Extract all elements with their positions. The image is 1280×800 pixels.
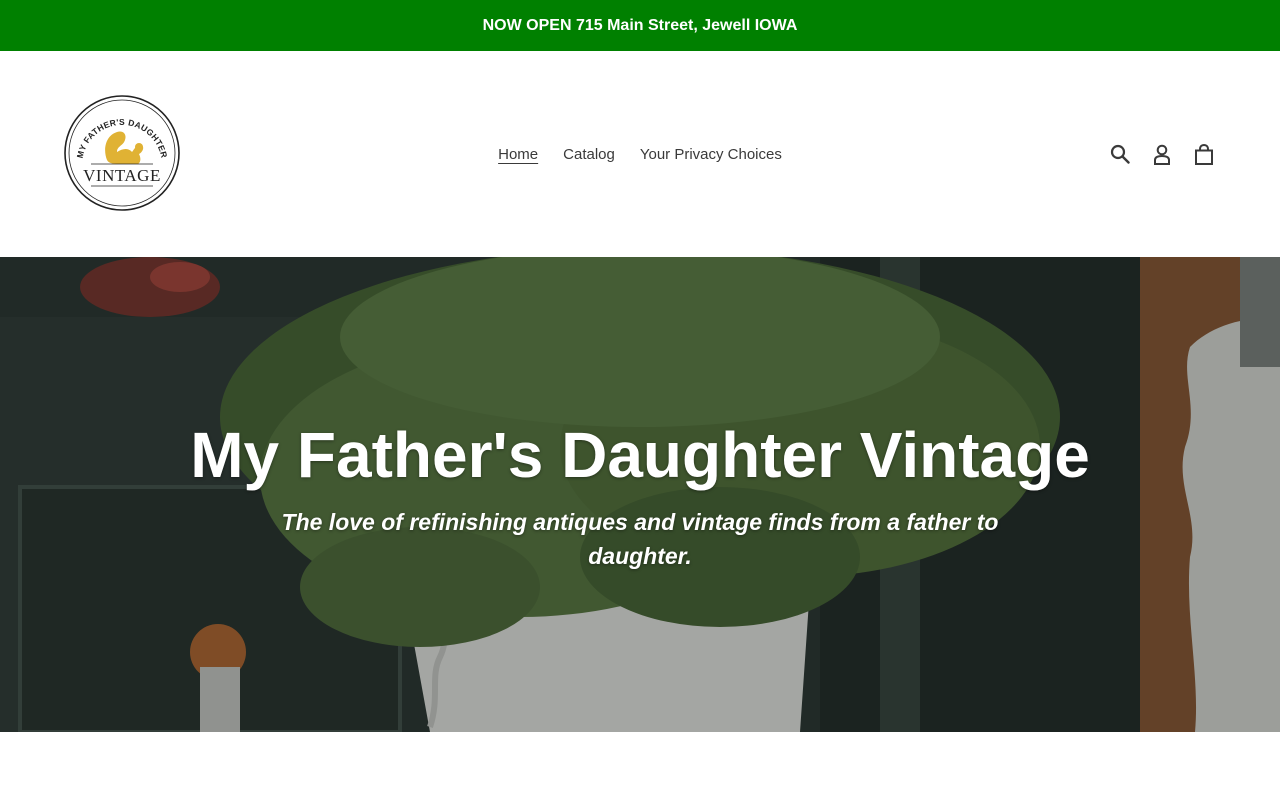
hero-banner: My Father's Daughter Vintage The love of… xyxy=(0,257,1280,732)
logo-badge: MY FATHER'S DAUGHTER VINTAGE xyxy=(64,95,180,211)
account-icon[interactable] xyxy=(1150,142,1174,166)
hero-title: My Father's Daughter Vintage xyxy=(190,419,1090,491)
store-logo[interactable]: MY FATHER'S DAUGHTER VINTAGE xyxy=(63,94,181,212)
hero-text: My Father's Daughter Vintage The love of… xyxy=(0,417,1280,573)
header-actions xyxy=(1108,139,1216,169)
nav-link-privacy-choices[interactable]: Your Privacy Choices xyxy=(640,142,782,167)
cart-icon[interactable] xyxy=(1192,142,1216,166)
search-icon[interactable] xyxy=(1108,142,1132,166)
announcement-bar: NOW OPEN 715 Main Street, Jewell IOWA xyxy=(0,0,1280,51)
hero-subtitle: The love of refinishing antiques and vin… xyxy=(281,509,999,569)
announcement-text: NOW OPEN 715 Main Street, Jewell IOWA xyxy=(482,16,798,34)
main-nav: Home Catalog Your Privacy Choices xyxy=(0,51,1280,257)
logo-bottom-text: VINTAGE xyxy=(83,166,161,185)
nav-link-home[interactable]: Home xyxy=(498,142,538,167)
nav-link-catalog[interactable]: Catalog xyxy=(563,142,615,167)
site-header: MY FATHER'S DAUGHTER VINTAGE Home Catalo… xyxy=(0,51,1280,257)
